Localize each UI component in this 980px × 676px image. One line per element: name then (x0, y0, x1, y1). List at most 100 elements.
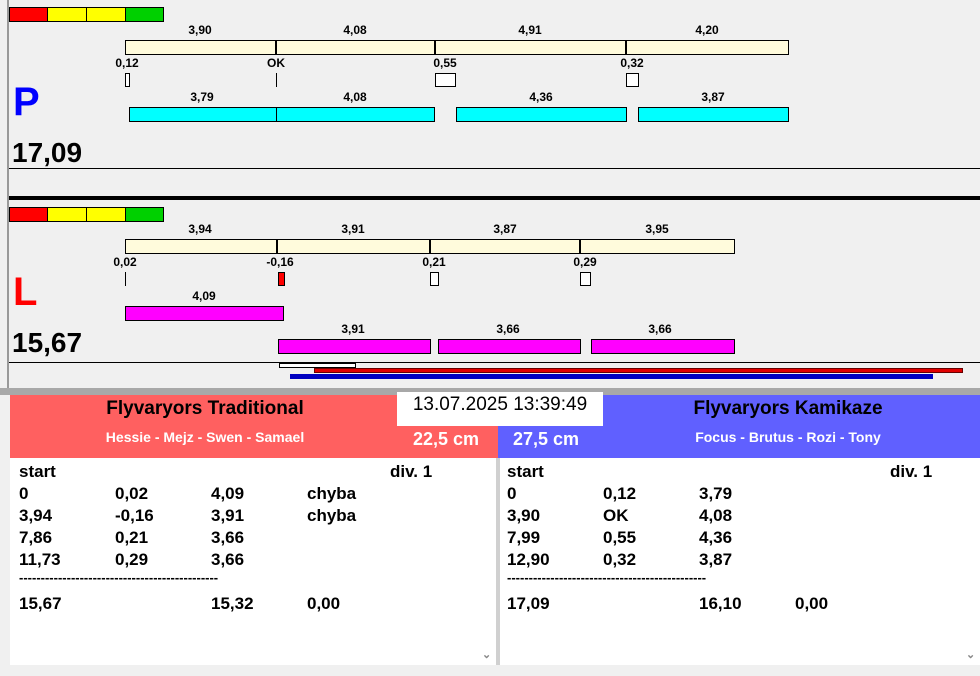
lane-letter: P (13, 80, 40, 124)
run-bar (125, 306, 284, 321)
cell: 0,55 (603, 528, 637, 547)
left-results-list[interactable]: start div. 1 0 0,02 4,09 chyba 3,94 -0,16 3,9… (10, 458, 496, 665)
lane-total: 15,67 (12, 327, 83, 358)
bar-label: 3,66 (496, 322, 520, 336)
cell: 0,00 (307, 594, 341, 613)
run-bar (278, 339, 431, 354)
cell: 0,29 (115, 550, 149, 569)
right-team-name: Flyvaryors Kamikaze (693, 398, 883, 419)
run-bar (638, 107, 789, 122)
cell: 17,09 (507, 594, 550, 613)
divider (625, 40, 627, 55)
indicator-yellow (47, 207, 87, 222)
cell: 3,91 (211, 506, 245, 525)
list-header-div: div. 1 (890, 462, 933, 481)
indicator-yellow (86, 207, 126, 222)
cell: 15,67 (19, 594, 62, 613)
segment-label: 4,08 (343, 23, 367, 37)
segment-label: 3,90 (188, 23, 212, 37)
left-team-name: Flyvaryors Traditional (106, 398, 304, 419)
cell: 4,09 (211, 484, 245, 503)
cell: 3,66 (211, 550, 245, 569)
cell: 0,00 (795, 594, 829, 613)
cell: 0,02 (115, 484, 149, 503)
cell: -0,16 (115, 506, 154, 525)
list-header-start: start (19, 462, 56, 481)
indicator-red (9, 7, 48, 22)
divider (429, 239, 431, 254)
cell: 15,32 (211, 594, 254, 613)
check-label: 0,29 (573, 255, 597, 269)
run-bar (276, 107, 435, 122)
cell: 11,73 (19, 550, 61, 569)
bar-label: 3,91 (341, 322, 365, 336)
check-label: -0,16 (266, 255, 294, 269)
lane-letter: L (13, 270, 38, 314)
check-box (430, 272, 439, 286)
run-bar (129, 107, 277, 122)
right-results-list[interactable]: start div. 1 0 0,12 3,79 3,90 OK 4,08 7,99 0,… (500, 458, 980, 665)
separator: ----------------------------------------… (19, 570, 219, 585)
list-header-div: div. 1 (390, 462, 433, 481)
cell: 7,99 (507, 528, 541, 547)
cell: 4,36 (699, 528, 733, 547)
check-box-error (278, 272, 285, 286)
bar-label: 3,66 (648, 322, 672, 336)
segment-bar (125, 40, 789, 55)
segment-label: 3,91 (341, 222, 365, 236)
check-label: 0,12 (115, 56, 139, 70)
bottom-edge (0, 665, 980, 676)
cell: chyba (307, 506, 357, 525)
segment-label: 3,94 (188, 222, 212, 236)
indicator-yellow (47, 7, 87, 22)
check-tick (125, 272, 126, 286)
run-bar (456, 107, 627, 122)
indicator-green (125, 207, 164, 222)
cell: 4,08 (699, 506, 733, 525)
scroll-down-icon[interactable]: ⌄ (966, 648, 975, 661)
cell: 3,90 (507, 506, 541, 525)
check-box (580, 272, 591, 286)
scroll-down-icon[interactable]: ⌄ (482, 648, 491, 661)
cell: 12,90 (507, 550, 550, 569)
right-team-members: Focus - Brutus - Rozi - Tony (695, 429, 881, 445)
divider (579, 239, 581, 254)
cell: 0,12 (603, 484, 637, 503)
progress-red (314, 368, 963, 373)
bottom-lane: 3,94 3,91 3,87 3,95 0,02 -0,16 0,21 0,29… (0, 200, 980, 390)
check-label: 0,55 (433, 56, 457, 70)
cell: 3,66 (211, 528, 245, 547)
check-tick (276, 73, 277, 87)
indicator-green (125, 7, 164, 22)
check-label: OK (267, 56, 285, 70)
right-team-size: 27,5 cm (513, 429, 580, 449)
divider (276, 239, 278, 254)
bar-label: 4,09 (192, 289, 216, 303)
quality-indicator (9, 7, 164, 22)
cell: 3,94 (19, 506, 53, 525)
quality-indicator (9, 207, 164, 222)
baseline (9, 168, 980, 169)
cell: 3,79 (699, 484, 733, 503)
bar-label: 4,08 (343, 90, 367, 104)
divider (434, 40, 436, 55)
segment-label: 3,87 (493, 222, 517, 236)
cell: 16,10 (699, 594, 742, 613)
run-bar (438, 339, 581, 354)
cell: 0 (19, 484, 29, 503)
check-label: 0,32 (620, 56, 644, 70)
left-team-size: 22,5 cm (413, 429, 480, 449)
cell: chyba (307, 484, 357, 503)
separator: ----------------------------------------… (507, 570, 707, 585)
top-lane: 3,90 4,08 4,91 4,20 0,12 OK 0,55 0,32 P … (0, 0, 980, 196)
check-label: 0,21 (422, 255, 446, 269)
segment-label: 4,91 (518, 23, 542, 37)
check-box (125, 73, 130, 87)
segment-label: 3,95 (645, 222, 669, 236)
indicator-red (9, 207, 48, 222)
cell: OK (603, 506, 629, 525)
check-box (626, 73, 639, 87)
segment-label: 4,20 (695, 23, 719, 37)
divider (275, 40, 277, 55)
left-team-members: Hessie - Mejz - Swen - Samael (105, 429, 305, 445)
